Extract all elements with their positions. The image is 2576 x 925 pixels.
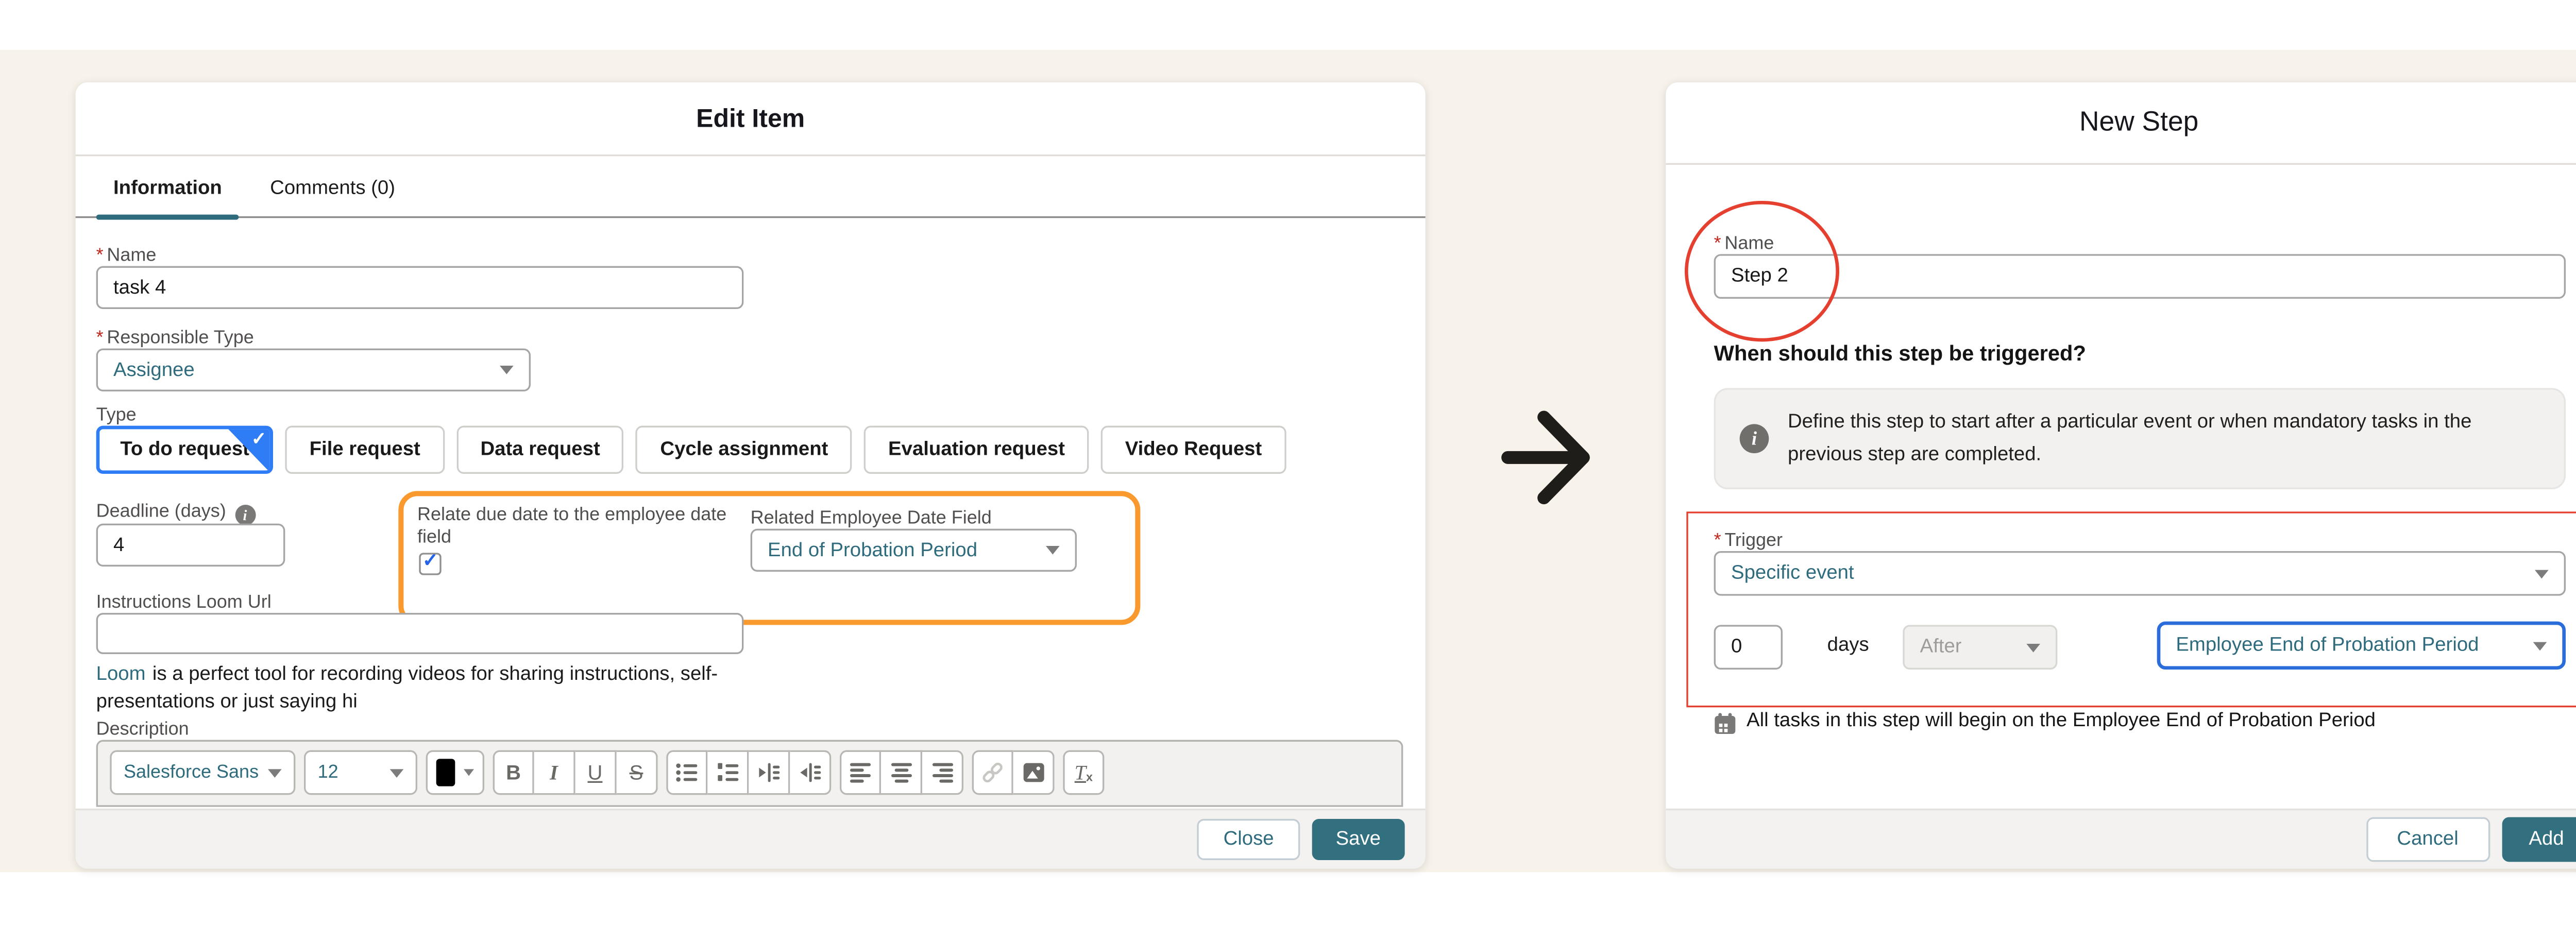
chevron-down-icon — [500, 366, 514, 374]
name-label: *Name — [96, 246, 157, 266]
required-asterisk: * — [96, 246, 104, 266]
step-name-label: *Name — [1714, 233, 1774, 254]
type-option-data-request[interactable]: Data request — [456, 426, 624, 474]
text-style-group: B I U S — [493, 750, 658, 795]
tab-information[interactable]: Information — [96, 179, 239, 216]
chevron-down-icon — [1046, 546, 1060, 555]
direction-select[interactable]: After — [1903, 625, 2057, 670]
text-color-picker[interactable] — [426, 750, 484, 795]
required-asterisk: * — [96, 328, 104, 349]
info-icon: i — [1740, 424, 1769, 453]
responsible-type-label: *Responsible Type — [96, 328, 254, 349]
type-option-evaluation-request[interactable]: Evaluation request — [864, 426, 1089, 474]
page: Edit Item Information Comments (0) *Name… — [0, 0, 2576, 925]
chevron-down-icon — [2535, 569, 2549, 578]
loom-hint: Loomis a perfect tool for recording vide… — [96, 661, 735, 716]
type-option-video-request[interactable]: Video Request — [1101, 426, 1286, 474]
edit-item-modal: Edit Item Information Comments (0) *Name… — [76, 82, 1426, 869]
align-group — [840, 750, 963, 795]
deadline-input[interactable] — [96, 524, 285, 567]
type-options: To do request ✓ File request Data reques… — [96, 426, 1286, 474]
instructions-loom-url-input[interactable] — [96, 613, 744, 654]
type-label: Type — [96, 405, 137, 426]
save-button[interactable]: Save — [1312, 819, 1405, 860]
chevron-down-icon — [268, 768, 282, 777]
strikethrough-button[interactable]: S — [617, 750, 658, 795]
check-icon: ✓ — [422, 550, 438, 572]
event-select[interactable]: Employee End of Probation Period — [2157, 622, 2566, 670]
description-rich-text-editor: Salesforce Sans 12 B I U — [96, 740, 1403, 807]
align-right-icon[interactable] — [922, 750, 963, 795]
bullet-list-icon[interactable] — [666, 750, 707, 795]
days-label: days — [1827, 635, 1869, 656]
link-icon[interactable] — [972, 750, 1013, 795]
info-icon: i — [234, 505, 255, 525]
italic-button[interactable]: I — [534, 750, 575, 795]
font-select[interactable]: Salesforce Sans — [110, 750, 295, 795]
chevron-down-icon — [2026, 643, 2040, 652]
insert-group — [972, 750, 1055, 795]
required-asterisk: * — [1714, 530, 1721, 551]
type-option-to-do-request[interactable]: To do request ✓ — [96, 426, 274, 474]
type-option-file-request[interactable]: File request — [285, 426, 445, 474]
edit-item-title: Edit Item — [696, 104, 805, 133]
close-button[interactable]: Close — [1198, 819, 1300, 860]
calendar-icon — [1714, 712, 1736, 734]
chevron-down-icon — [464, 769, 474, 776]
type-option-cycle-assignment[interactable]: Cycle assignment — [636, 426, 852, 474]
edit-item-header: Edit Item — [76, 82, 1426, 156]
schedule-note: All tasks in this step will begin on the… — [1714, 711, 2576, 735]
delay-days-input[interactable] — [1714, 625, 1783, 670]
edit-item-footer: Close Save — [76, 809, 1426, 869]
cancel-button[interactable]: Cancel — [2366, 817, 2489, 862]
edit-item-tab-bar: Information Comments (0) — [76, 155, 1426, 218]
top-margin — [0, 0, 2576, 50]
responsible-type-select[interactable]: Assignee — [96, 349, 531, 391]
align-left-icon[interactable] — [840, 750, 881, 795]
new-step-title: New Step — [2079, 107, 2198, 138]
loom-link[interactable]: Loom — [96, 664, 146, 685]
instructions-loom-url-label: Instructions Loom Url — [96, 592, 272, 613]
new-step-header: New Step — [1666, 82, 2576, 165]
editor-toolbar: Salesforce Sans 12 B I U — [98, 742, 1401, 795]
name-input[interactable] — [96, 266, 744, 309]
clear-format-button[interactable]: Tx — [1063, 750, 1104, 795]
numbered-list-icon[interactable] — [707, 750, 749, 795]
trigger-label: *Trigger — [1714, 530, 1783, 551]
info-box: i Define this step to start after a part… — [1714, 388, 2566, 489]
deadline-label: Deadline (days)i — [96, 501, 256, 525]
related-employee-date-field-select[interactable]: End of Probation Period — [751, 529, 1077, 572]
tab-comments[interactable]: Comments (0) — [253, 179, 413, 216]
check-icon: ✓ — [251, 429, 266, 450]
relate-due-date-label: Relate due date to the employee date fie… — [417, 505, 730, 550]
font-size-select[interactable]: 12 — [304, 750, 417, 795]
bold-button[interactable]: B — [493, 750, 534, 795]
color-swatch-icon — [436, 759, 455, 786]
trigger-section-heading: When should this step be triggered? — [1714, 341, 2086, 366]
annotation-rectangle — [1686, 511, 2576, 707]
chevron-down-icon — [2533, 641, 2547, 650]
required-asterisk: * — [1714, 233, 1721, 254]
add-button[interactable]: Add — [2501, 817, 2576, 862]
image-icon[interactable] — [1013, 750, 1055, 795]
list-group — [666, 750, 831, 795]
new-step-footer: Cancel Add — [1666, 809, 2576, 869]
underline-button[interactable]: U — [575, 750, 617, 795]
indent-icon[interactable] — [749, 750, 790, 795]
related-employee-date-field-label: Related Employee Date Field — [751, 508, 992, 529]
right-arrow-icon — [1498, 408, 1604, 508]
trigger-select[interactable]: Specific event — [1714, 551, 2566, 596]
step-name-input[interactable] — [1714, 254, 2566, 299]
relate-due-date-checkbox[interactable]: ✓ — [419, 553, 441, 575]
chevron-down-icon — [390, 768, 404, 777]
description-label: Description — [96, 720, 189, 740]
bottom-margin — [0, 872, 2576, 925]
align-center-icon[interactable] — [881, 750, 922, 795]
outdent-icon[interactable] — [790, 750, 831, 795]
new-step-modal: New Step *Name When should this step be … — [1666, 82, 2576, 869]
